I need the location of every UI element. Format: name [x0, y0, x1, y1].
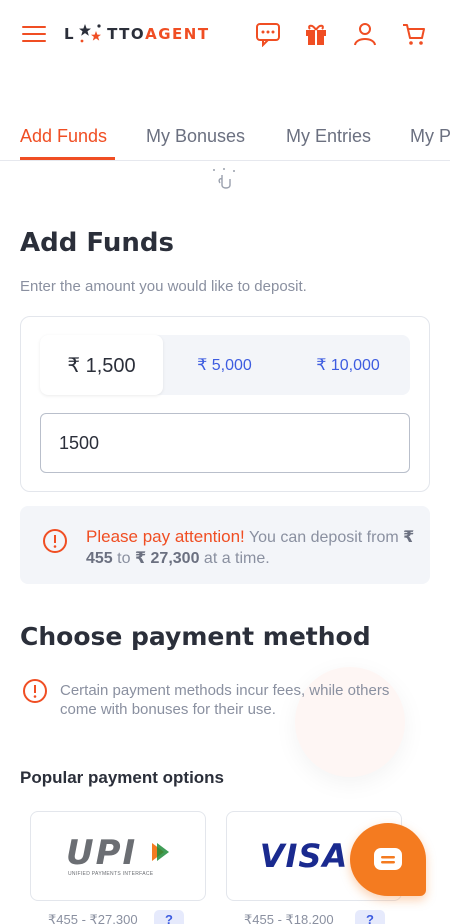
deposit-subtitle: Enter the amount you would like to depos… [20, 278, 307, 295]
tab-add-funds[interactable]: Add Funds [20, 126, 107, 147]
tab-my-p[interactable]: My P [410, 126, 450, 147]
preset-1500-button[interactable]: ₹ 1,500 [40, 335, 163, 395]
upi-limit-label: ₹455 - ₹27,300 [48, 912, 138, 924]
warning-icon [23, 679, 47, 703]
preset-10000-button[interactable]: ₹ 10,000 [286, 335, 410, 395]
menu-icon[interactable] [22, 26, 46, 42]
cart-icon[interactable] [400, 20, 428, 48]
chat-icon[interactable] [254, 20, 282, 48]
tab-my-entries[interactable]: My Entries [286, 126, 371, 147]
visa-limit-label: ₹455 - ₹18,200 [244, 912, 334, 924]
deposit-limit-notice: Please pay attention! You can deposit fr… [20, 506, 430, 584]
upi-subtext: UNIFIED PAYMENTS INTERFACE [68, 871, 154, 877]
gift-icon[interactable] [302, 20, 330, 48]
notice-to: to [117, 550, 131, 567]
active-tab-indicator [20, 157, 115, 160]
logo-stars-icon [79, 24, 102, 43]
notice-max-amount: ₹ 27,300 [134, 550, 200, 567]
tab-my-bonuses[interactable]: My Bonuses [146, 126, 245, 147]
top-header: L TTO AGENT [0, 0, 450, 68]
chat-bubble-icon [374, 847, 402, 870]
visa-info-button[interactable]: ? [355, 910, 385, 924]
amount-presets: ₹ 1,500 ₹ 5,000 ₹ 10,000 [40, 335, 410, 395]
account-tabs: Add Funds My Bonuses My Entries My P [0, 120, 450, 161]
upi-arrow-icon [152, 843, 169, 861]
swipe-hand-icon [213, 168, 235, 189]
warning-icon [43, 529, 67, 553]
user-icon[interactable] [351, 20, 379, 48]
popular-options-title: Popular payment options [20, 768, 225, 787]
upi-logo-text: UPI [66, 833, 138, 873]
payment-method-title: Choose payment method [20, 622, 371, 651]
notice-heading: Please pay attention! [86, 527, 245, 546]
support-chat-button[interactable] [350, 823, 426, 896]
payment-fee-note: Certain payment methods incur fees, whil… [60, 682, 390, 718]
notice-text: Please pay attention! You can deposit fr… [86, 526, 422, 569]
upi-payment-option[interactable]: UPI UNIFIED PAYMENTS INTERFACE [30, 811, 206, 901]
logo-word-tto: TTO [107, 25, 146, 43]
upi-info-button[interactable]: ? [154, 910, 184, 924]
amount-input[interactable] [40, 413, 410, 473]
brand-logo[interactable]: L TTO AGENT [64, 22, 210, 46]
notice-text-1: You can deposit from [248, 529, 399, 546]
preset-5000-button[interactable]: ₹ 5,000 [163, 335, 286, 395]
deposit-amount-card: ₹ 1,500 ₹ 5,000 ₹ 10,000 [20, 316, 430, 492]
upi-logo: UPI UNIFIED PAYMENTS INTERFACE [58, 831, 178, 881]
page-title: Add Funds [20, 228, 174, 258]
logo-letter-l: L [64, 25, 76, 43]
logo-word-agent: AGENT [145, 25, 210, 43]
visa-logo: VISA [259, 837, 349, 875]
notice-text-2: at a time. [203, 550, 270, 567]
